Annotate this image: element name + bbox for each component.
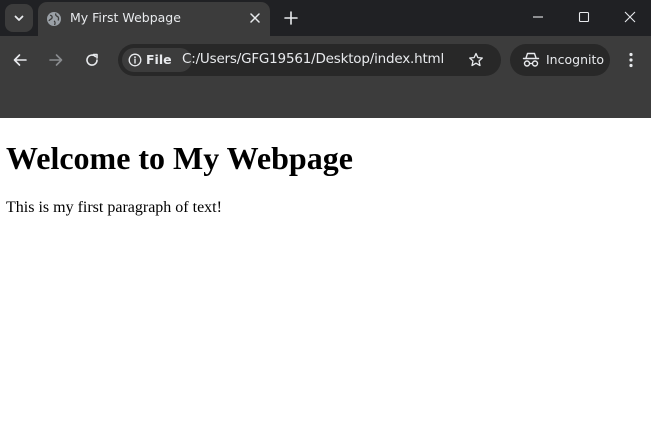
page-paragraph: This is my first paragraph of text! [6,199,222,216]
tab-strip: My First Webpage [0,0,651,36]
star-icon[interactable] [468,52,484,68]
arrow-left-icon [13,54,27,66]
globe-icon [47,12,61,26]
new-tab-button[interactable] [280,7,302,29]
back-button[interactable] [8,48,32,72]
page-content: Welcome to My Webpage This is my first p… [0,118,651,443]
site-chip-label: File [146,52,172,67]
incognito-icon [522,52,540,67]
url-text[interactable]: C:/Users/GFG19561/Desktop/index.html [182,51,444,67]
address-bar[interactable]: File C:/Users/GFG19561/Desktop/index.htm… [118,44,501,76]
forward-button[interactable] [44,48,68,72]
maximize-button[interactable] [571,5,597,29]
more-vertical-icon [629,52,633,68]
incognito-label: Incognito [546,52,605,67]
reload-button[interactable] [80,48,104,72]
arrow-right-icon [49,54,63,66]
tab-search-button[interactable] [5,4,33,32]
tab-title: My First Webpage [70,10,181,25]
browser-chrome: My First Webpage File C:/Users/GFG19561/… [0,0,651,118]
close-icon [624,11,636,23]
chevron-down-icon [14,15,24,21]
minimize-button[interactable] [525,5,551,29]
close-window-button[interactable] [617,5,643,29]
maximize-icon [578,11,590,23]
close-tab-button[interactable] [247,10,263,26]
minimize-icon [533,16,543,18]
browser-menu-button[interactable] [620,48,642,72]
info-icon [128,53,142,67]
tab-active[interactable]: My First Webpage [38,2,270,36]
close-icon [250,13,260,23]
toolbar: File C:/Users/GFG19561/Desktop/index.htm… [0,36,651,84]
incognito-badge[interactable]: Incognito [510,44,610,76]
page-heading: Welcome to My Webpage [6,140,353,176]
reload-icon [86,53,98,66]
plus-icon [284,11,298,25]
